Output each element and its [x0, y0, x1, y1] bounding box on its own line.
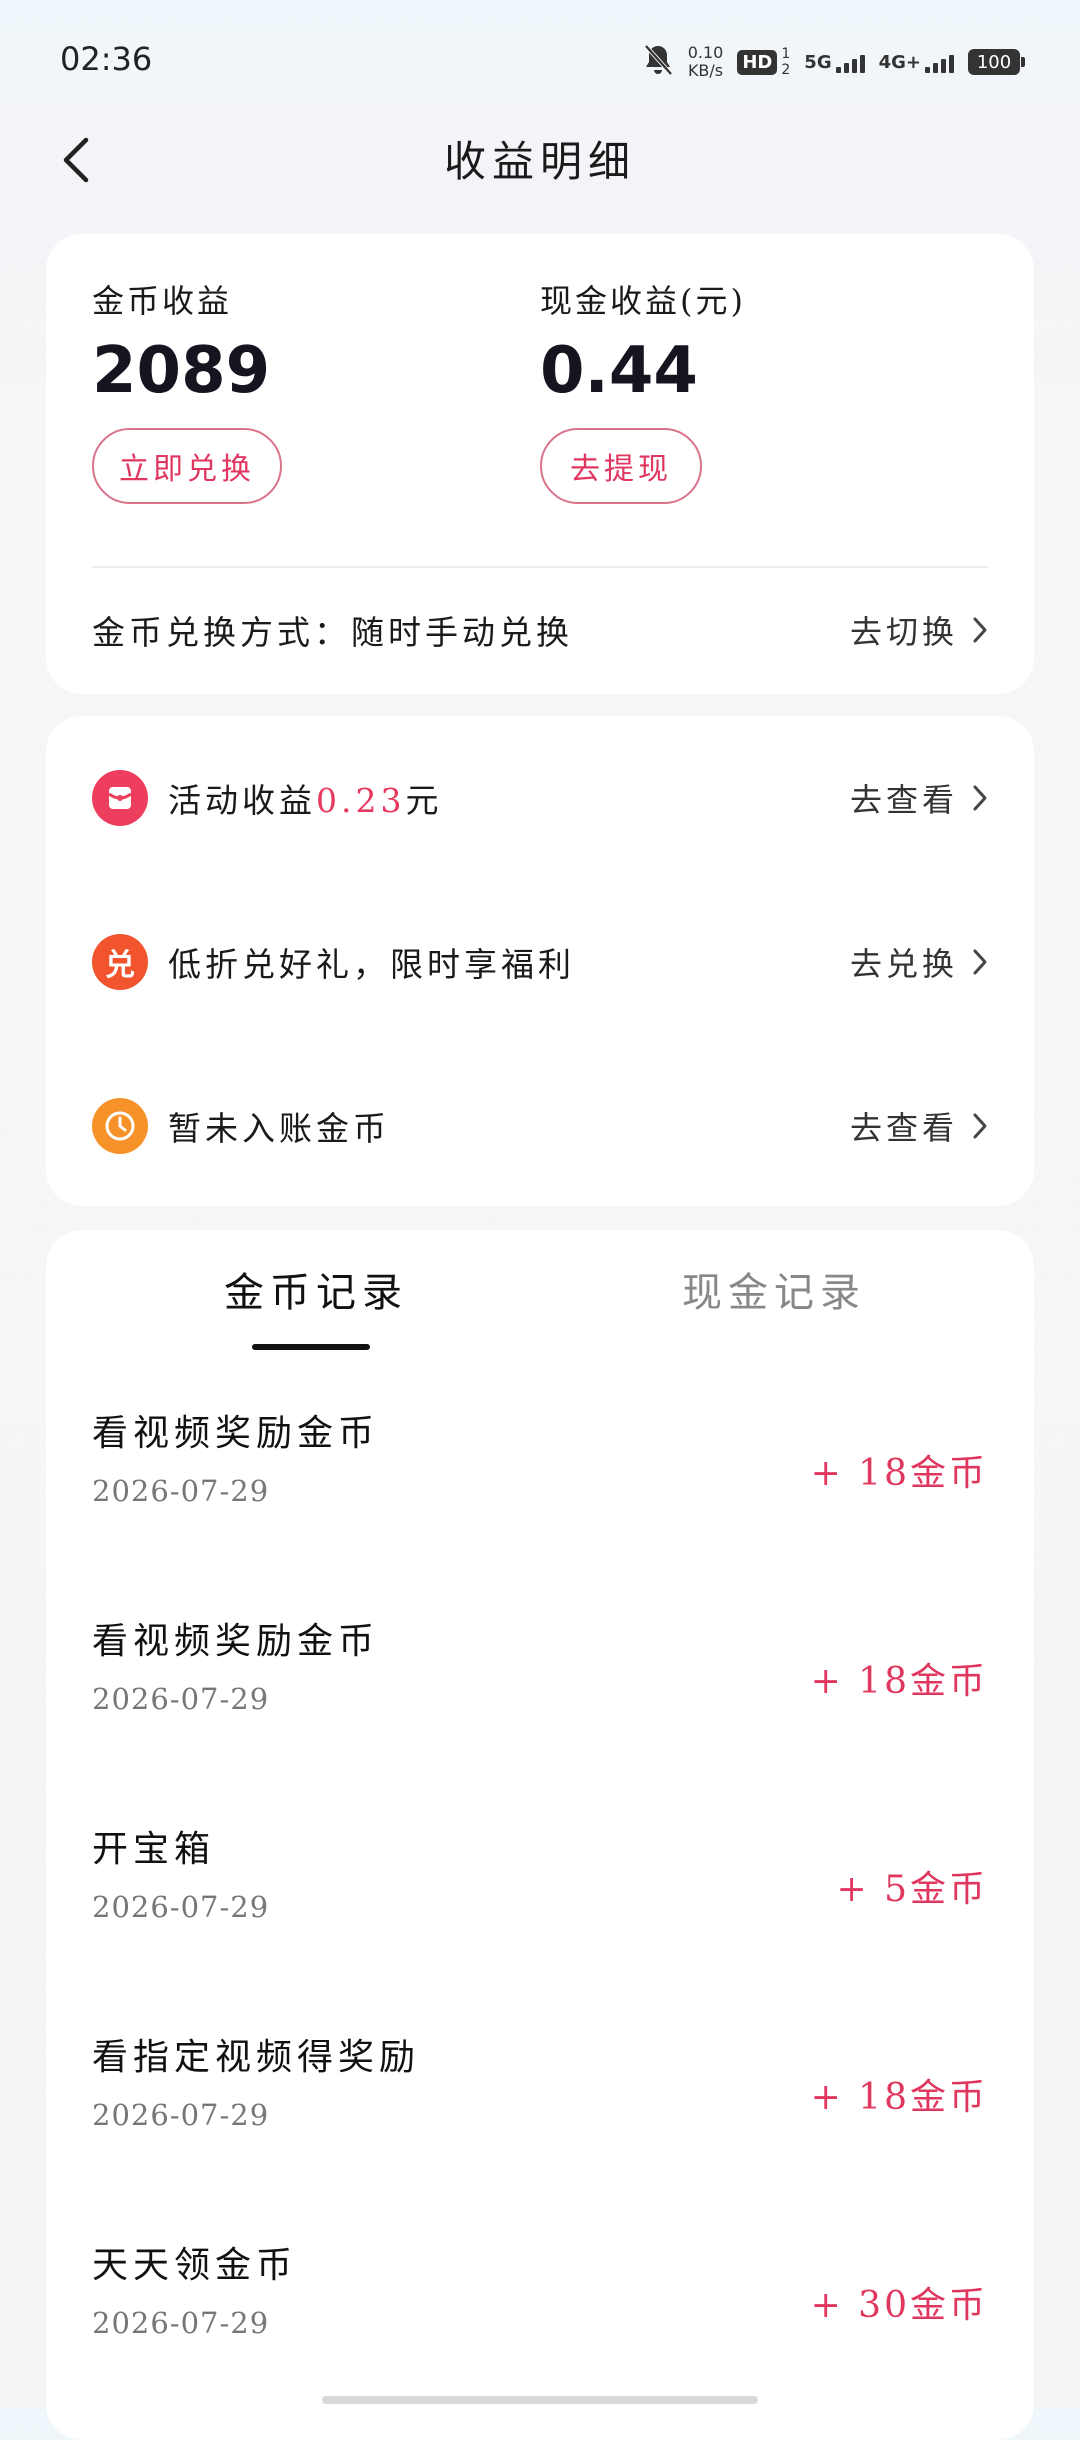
records-tabs: 金币记录 现金记录: [46, 1230, 1034, 1370]
record-title: 看视频奖励金币: [92, 1621, 380, 1662]
hd-badge: HD: [737, 49, 778, 75]
record-amount: + 5金币: [836, 1869, 988, 1910]
discount-gift-text: 低折兑好礼，限时享福利: [168, 945, 575, 984]
chevron-right-icon: [973, 949, 987, 975]
bell-muted-icon: [642, 43, 674, 81]
record-title: 开宝箱: [92, 1829, 216, 1870]
status-icons: 0.10 KB/s HD 1 2 5G 4G+ 100: [642, 40, 1025, 84]
record-amount: + 18金币: [810, 1661, 988, 1702]
records-card: 金币记录 现金记录 看视频奖励金币 2026-07-29 + 18金币 看视频奖…: [46, 1230, 1034, 2440]
record-title: 天天领金币: [92, 2245, 298, 2286]
pending-coins-row[interactable]: 暂未入账金币 去查看: [92, 1094, 988, 1158]
switch-mode-link[interactable]: 去切换: [850, 607, 988, 653]
record-row: 开宝箱 2026-07-29 + 5金币: [92, 1820, 988, 1950]
exchange-badge-icon: 兑: [92, 934, 148, 990]
coin-earnings-value: 2089: [92, 334, 271, 408]
tab-cash-records[interactable]: 现金记录: [682, 1260, 866, 1318]
chevron-right-icon: [973, 617, 987, 643]
activity-earnings-text: 活动收益0.23元: [168, 781, 443, 820]
coin-earnings-label: 金币收益: [92, 282, 233, 320]
clock-icon: [92, 1098, 148, 1154]
home-indicator[interactable]: [322, 2396, 758, 2404]
record-row: 看视频奖励金币 2026-07-29 + 18金币: [92, 1612, 988, 1742]
exchange-mode-row: 金币兑换方式：随时手动兑换 去切换: [92, 606, 988, 654]
activity-earnings-row[interactable]: 活动收益0.23元 去查看: [92, 766, 988, 830]
active-tab-indicator: [252, 1344, 370, 1350]
withdraw-button[interactable]: 去提现: [540, 428, 702, 504]
navigation-bar: 收益明细: [0, 120, 1080, 200]
tab-coin-records[interactable]: 金币记录: [224, 1260, 408, 1318]
exchange-mode-text: 金币兑换方式：随时手动兑换: [92, 613, 573, 652]
divider: [92, 566, 988, 568]
activity-earnings-amount: 0.23: [316, 781, 406, 820]
record-date: 2026-07-29: [92, 1890, 270, 1924]
signal-bars-icon: [925, 51, 954, 73]
signal-bars-icon: [835, 51, 865, 73]
record-row: 看视频奖励金币 2026-07-29 + 18金币: [92, 1404, 988, 1534]
record-title: 看视频奖励金币: [92, 1413, 380, 1454]
record-date: 2026-07-29: [92, 1682, 270, 1716]
network-4g: 4G+: [879, 51, 954, 73]
status-bar: 02:36 0.10 KB/s HD 1 2 5G 4G+ 100: [0, 0, 1080, 120]
record-date: 2026-07-29: [92, 2098, 270, 2132]
exchange-now-button[interactable]: 立即兑换: [92, 428, 282, 504]
record-amount: + 30金币: [810, 2285, 988, 2326]
discount-gift-row[interactable]: 兑 低折兑好礼，限时享福利 去兑换: [92, 930, 988, 994]
chevron-right-icon: [973, 785, 987, 811]
page-title: 收益明细: [443, 137, 636, 186]
record-amount: + 18金币: [810, 1453, 988, 1494]
record-date: 2026-07-29: [92, 1474, 270, 1508]
record-date: 2026-07-29: [92, 2306, 270, 2340]
network-speed: 0.10 KB/s: [687, 43, 724, 80]
record-row: 天天领金币 2026-07-29 + 30金币: [92, 2236, 988, 2366]
network-5g: 5G: [804, 51, 865, 73]
actions-card: 活动收益0.23元 去查看 兑 低折兑好礼，限时享福利 去兑换 暂未入账金币 去…: [46, 716, 1034, 1206]
pending-coins-text: 暂未入账金币: [168, 1109, 390, 1148]
go-exchange-link[interactable]: 去兑换: [850, 939, 988, 985]
coin-earnings: 金币收益 2089 立即兑换: [92, 276, 282, 504]
cash-earnings: 现金收益(元) 0.44 去提现: [540, 276, 746, 504]
view-activity-link[interactable]: 去查看: [850, 775, 988, 821]
record-title: 看指定视频得奖励: [92, 2037, 421, 2078]
hd-sim-numbers: 1 2: [781, 46, 791, 78]
cash-earnings-label: 现金收益(元): [540, 282, 746, 320]
record-amount: + 18金币: [810, 2077, 988, 2118]
battery-icon: 100: [968, 49, 1025, 75]
status-time: 02:36: [60, 40, 153, 78]
record-row: 看指定视频得奖励 2026-07-29 + 18金币: [92, 2028, 988, 2158]
chevron-right-icon: [973, 1113, 987, 1139]
red-envelope-icon: [92, 770, 148, 826]
view-pending-link[interactable]: 去查看: [850, 1103, 988, 1149]
cash-earnings-value: 0.44: [540, 334, 698, 408]
earnings-card: 金币收益 2089 立即兑换 现金收益(元) 0.44 去提现 金币兑换方式：随…: [46, 234, 1034, 694]
